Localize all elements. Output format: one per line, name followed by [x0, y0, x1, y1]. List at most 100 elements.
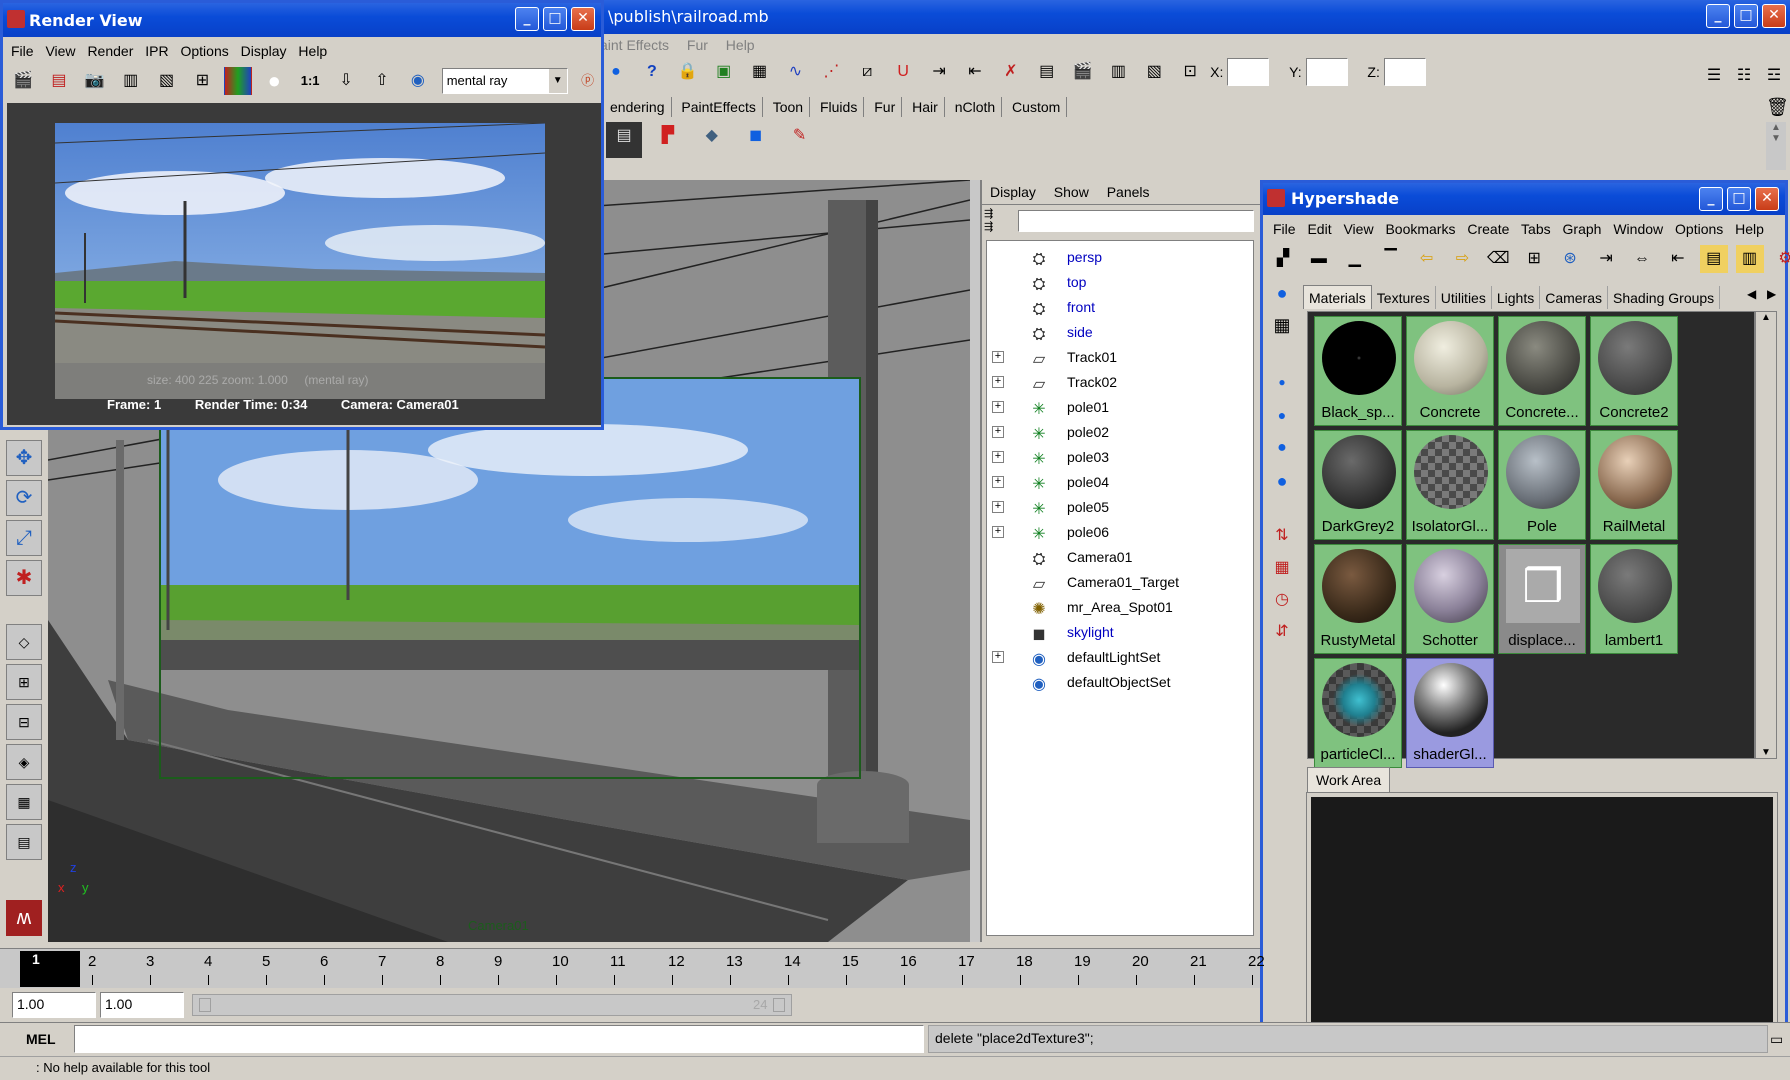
hs-menu-view[interactable]: View [1343, 221, 1373, 237]
outliner-item[interactable]: ✺ mr_Area_Spot01 [987, 595, 1253, 620]
hs-menu-file[interactable]: File [1273, 221, 1296, 237]
material-swatch[interactable]: ❒ displace... [1498, 544, 1586, 654]
command-input[interactable] [74, 1025, 924, 1053]
four-pane-icon[interactable]: ⊞ [6, 664, 42, 700]
rv-menu-render[interactable]: Render [87, 43, 133, 59]
hs-menu-graph[interactable]: Graph [1563, 221, 1602, 237]
hs-side-grid-icon[interactable]: ▦ [1267, 315, 1297, 375]
script-editor-icon[interactable]: ▭ [1770, 1031, 1783, 1048]
hs-layout-single-icon[interactable]: ▔ [1377, 245, 1405, 273]
scale-tool-icon[interactable]: ⤢ [6, 520, 42, 556]
rv-menu-view[interactable]: View [45, 43, 75, 59]
rv-ratio-label[interactable]: 1:1 [296, 67, 324, 95]
material-swatch[interactable]: Pole [1498, 430, 1586, 540]
material-swatch[interactable]: DarkGrey2 [1314, 430, 1402, 540]
single-pane-icon[interactable]: ◇ [6, 624, 42, 660]
hypershade-layout-icon[interactable]: ▦ [6, 784, 42, 820]
shelf-blinn-icon[interactable]: ◼ [738, 122, 774, 158]
hs-side-dot4-icon[interactable]: ● [1267, 471, 1297, 525]
persp-outliner-icon[interactable]: ⊟ [6, 704, 42, 740]
hs-side-time-icon[interactable]: ◷ [1267, 589, 1297, 621]
range-start2-field[interactable]: 1.00 [100, 992, 184, 1018]
rv-alpha-icon[interactable]: ● [260, 67, 288, 95]
outliner-item[interactable]: + ▱ Track01 [987, 345, 1253, 370]
render-view-close-button[interactable]: ✕ [571, 7, 595, 31]
hs-clear-icon[interactable]: ⌫ [1484, 245, 1512, 273]
hs-side-sphere-icon[interactable]: ● [1267, 283, 1297, 315]
render-settings-icon[interactable]: ▧ [1140, 58, 1168, 86]
material-swatch[interactable]: RailMetal [1590, 430, 1678, 540]
shelf-lambert-icon[interactable]: ◆ [694, 122, 730, 158]
rv-menu-ipr[interactable]: IPR [145, 43, 168, 59]
input-mode-icon[interactable]: ⊡ [1176, 58, 1204, 86]
range-start-field[interactable]: 1.00 [12, 992, 96, 1018]
expand-icon[interactable]: + [992, 351, 1004, 363]
outliner-item[interactable]: + ◉ defaultLightSet [987, 645, 1253, 670]
help-icon[interactable]: ? [638, 58, 666, 86]
render-globe-icon[interactable]: ● [602, 58, 630, 86]
shelf-scrollbar[interactable]: ▲ ▼ [1766, 122, 1786, 170]
outliner-item[interactable]: + ✳ pole03 [987, 445, 1253, 470]
rv-rgb-icon[interactable] [224, 67, 253, 95]
shelf-render-view-icon[interactable]: ▤ [606, 122, 642, 158]
hs-input-icon[interactable]: ⇥ [1592, 245, 1620, 273]
hs-layout-top-icon[interactable]: ▬ [1305, 245, 1333, 273]
hs-side-swap-icon[interactable]: ⇵ [1267, 621, 1297, 653]
rv-rerender-icon[interactable]: ▤ [45, 67, 73, 95]
expand-icon[interactable]: + [992, 451, 1004, 463]
render-view-minimize-button[interactable]: _ [515, 7, 539, 31]
expand-icon[interactable]: + [992, 476, 1004, 488]
material-swatch[interactable]: particleCl... [1314, 658, 1402, 768]
hs-menu-bookmarks[interactable]: Bookmarks [1385, 221, 1455, 237]
hs-tab-lights[interactable]: Lights [1492, 286, 1541, 309]
history-icon[interactable]: ✗ [997, 58, 1025, 86]
renderer-select[interactable]: mental ray ▼ [441, 68, 568, 94]
hs-menu-help[interactable]: Help [1735, 221, 1764, 237]
range-bar[interactable]: 24 [192, 994, 792, 1016]
expand-icon[interactable]: + [992, 426, 1004, 438]
filter-arrows-icon[interactable]: ⇶ ⇶ [984, 207, 1006, 233]
output-icon[interactable]: ⇤ [961, 58, 989, 86]
outliner-menu-show[interactable]: Show [1054, 184, 1089, 200]
outliner-item[interactable]: ▱ Camera01_Target [987, 570, 1253, 595]
expand-icon[interactable]: + [992, 376, 1004, 388]
move-tool-icon[interactable]: ✥ [6, 440, 42, 476]
hs-side-dot2-icon[interactable]: ● [1267, 407, 1297, 439]
persp-hypershade-icon[interactable]: ▤ [6, 824, 42, 860]
render-view-canvas[interactable]: size: 400 225 zoom: 1.000 (mental ray) F… [7, 103, 601, 425]
material-swatch[interactable]: Concrete [1406, 316, 1494, 426]
hs-menu-options[interactable]: Options [1675, 221, 1723, 237]
outliner-search-input[interactable] [1018, 210, 1254, 232]
outliner-item[interactable]: ⛭ Camera01 [987, 545, 1253, 570]
outliner-item[interactable]: ◼ skylight [987, 620, 1253, 645]
shelf-hypershade-icon[interactable]: ▛ [650, 122, 686, 158]
rv-menu-file[interactable]: File [11, 43, 34, 59]
hs-menu-create[interactable]: Create [1467, 221, 1509, 237]
rv-remove-image-icon[interactable]: ⇧ [368, 67, 396, 95]
persp-graph-icon[interactable]: ◈ [6, 744, 42, 780]
snap-grid-icon[interactable]: ▦ [746, 58, 774, 86]
input-icon[interactable]: ⇥ [925, 58, 953, 86]
material-swatch[interactable]: Concrete... [1498, 316, 1586, 426]
outliner-item[interactable]: + ✳ pole01 [987, 395, 1253, 420]
shelf-tab-fluids[interactable]: Fluids [814, 97, 865, 117]
x-field[interactable] [1227, 58, 1270, 86]
shelf-paint-icon[interactable]: ✎ [782, 122, 818, 158]
outliner-item[interactable]: ⛭ front [987, 295, 1253, 320]
hs-back-icon[interactable]: ⇦ [1413, 245, 1441, 273]
materials-scrollbar[interactable]: ▲ ▼ [1755, 311, 1777, 759]
outliner-item[interactable]: ⛭ persp [987, 245, 1253, 270]
shelf-tab-fur[interactable]: Fur [868, 97, 903, 117]
hs-tab-textures[interactable]: Textures [1372, 286, 1436, 309]
maximize-button[interactable]: □ [1734, 4, 1758, 28]
hs-menu-tabs[interactable]: Tabs [1521, 221, 1551, 237]
rv-ipr-icon[interactable]: ▥ [117, 67, 145, 95]
expand-icon[interactable]: + [992, 526, 1004, 538]
snap-point-icon[interactable]: ⋰ [817, 58, 845, 86]
outliner-item[interactable]: + ▱ Track02 [987, 370, 1253, 395]
hs-tab-scroll-right[interactable]: ▶ [1767, 287, 1776, 301]
range-bar-right-handle[interactable] [773, 998, 785, 1012]
material-swatch[interactable]: shaderGl... [1406, 658, 1494, 768]
shelf-tab-custom[interactable]: Custom [1006, 97, 1068, 117]
hs-inout-icon[interactable]: ⇔ [1628, 245, 1656, 273]
